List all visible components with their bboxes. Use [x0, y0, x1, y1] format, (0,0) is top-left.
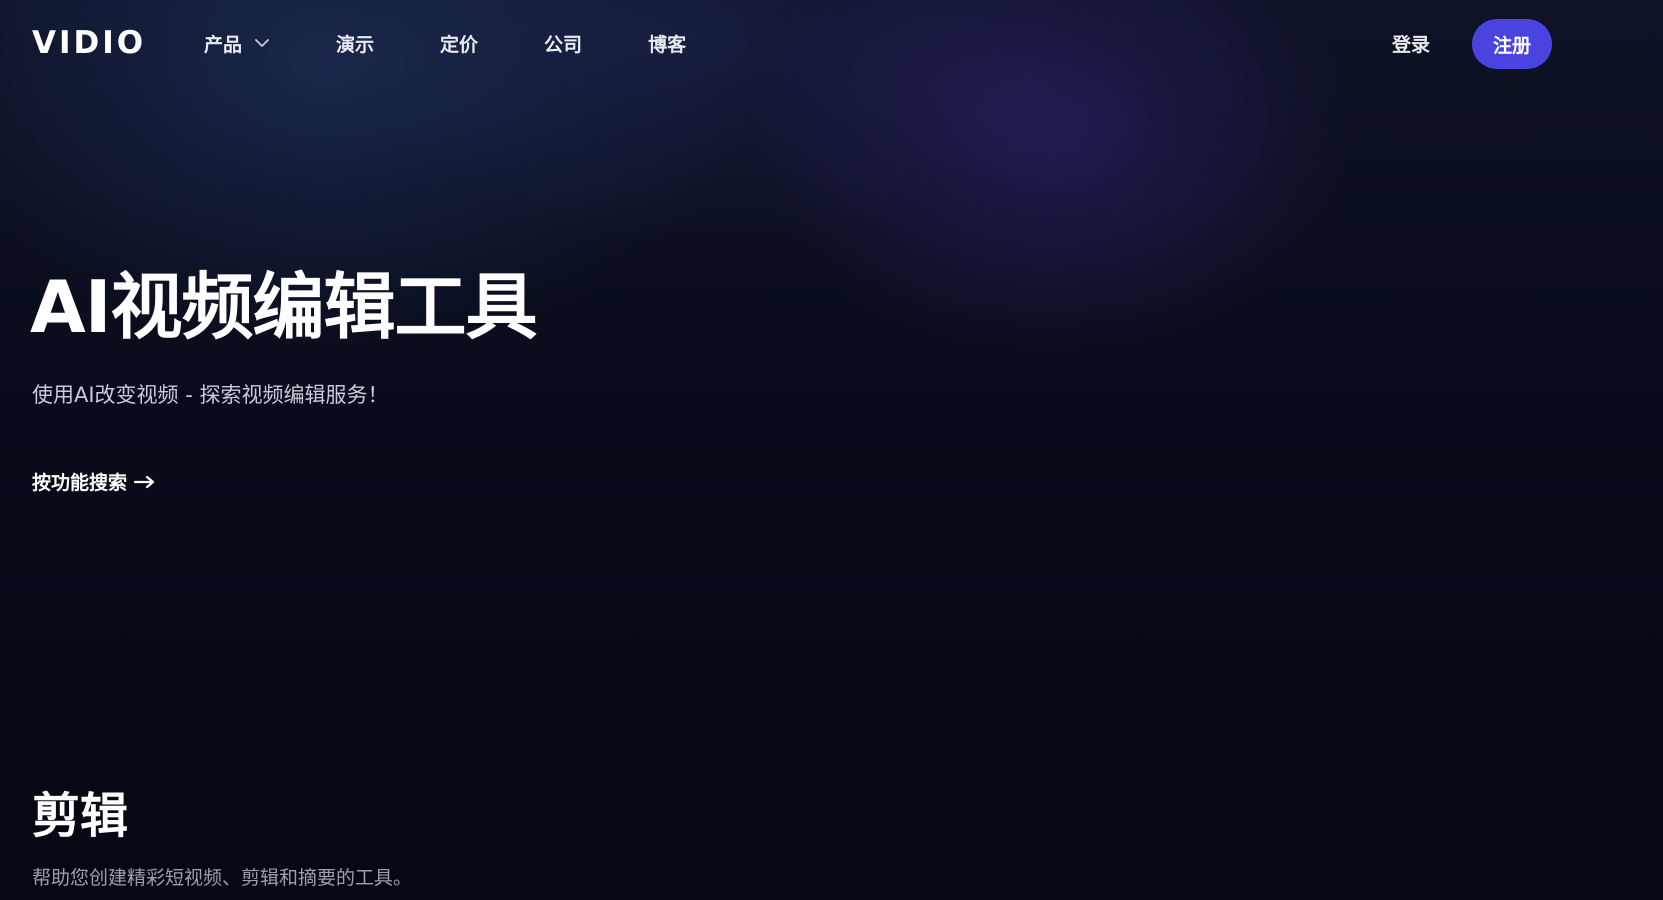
nav-item-products[interactable]: 产品 — [204, 30, 270, 57]
chevron-down-icon — [254, 38, 270, 48]
nav-item-demo-label: 演示 — [336, 33, 375, 56]
nav-item-demo[interactable]: 演示 — [336, 30, 374, 57]
signup-button[interactable]: 注册 — [1472, 19, 1552, 69]
nav-item-pricing[interactable]: 定价 — [440, 30, 478, 57]
login-link[interactable]: 登录 — [1392, 26, 1430, 60]
nav-item-pricing-label: 定价 — [440, 33, 479, 56]
nav-item-company-label: 公司 — [544, 33, 583, 56]
section-description: 帮助您创建精彩短视频、剪辑和摘要的工具。 — [32, 867, 413, 889]
section-title-clips: 剪辑 — [32, 788, 129, 844]
hero-subtitle: 使用AI改变视频 - 探索视频编辑服务！ — [32, 383, 389, 407]
nav-item-products-label: 产品 — [204, 33, 243, 56]
arrow-right-icon — [133, 474, 157, 490]
search-by-feature-link[interactable]: 按功能搜索 — [32, 468, 157, 495]
vidio-logo[interactable]: VIDIO — [32, 26, 146, 60]
main-nav: 产品 演示 定价 公司 博客 — [204, 26, 686, 60]
nav-item-company[interactable]: 公司 — [544, 30, 582, 57]
search-by-feature-label: 按功能搜索 — [32, 472, 128, 494]
hero-title: AI视频编辑工具 — [30, 265, 538, 349]
nav-item-blog[interactable]: 博客 — [648, 30, 686, 57]
nav-item-blog-label: 博客 — [648, 33, 687, 56]
